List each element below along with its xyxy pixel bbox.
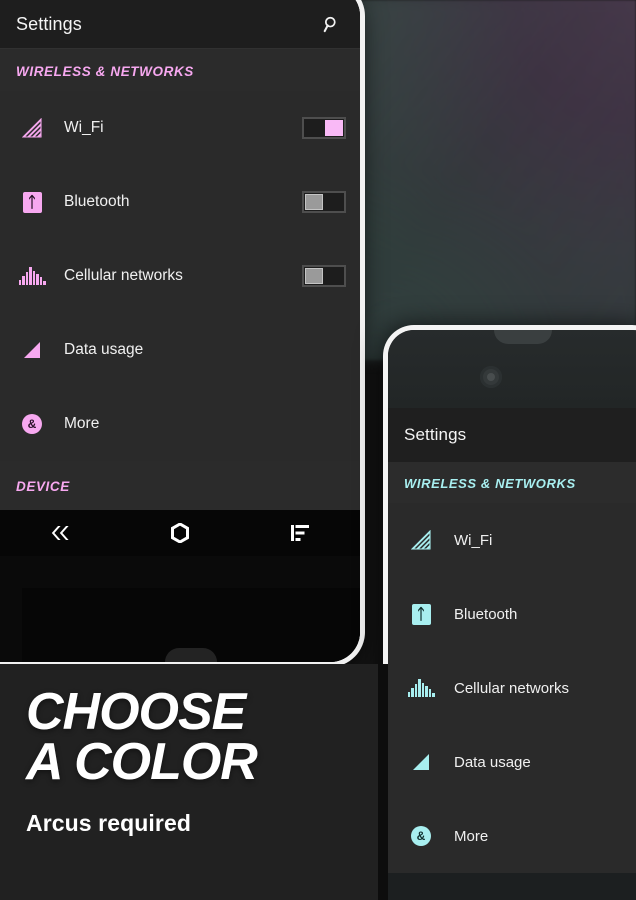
- bluetooth-icon-glyph: ᛏ: [22, 191, 42, 213]
- more-ampersand-icon-glyph: &: [411, 826, 431, 846]
- settings-row-data-usage[interactable]: Data usage: [0, 313, 360, 387]
- settings-row-cellular-networks[interactable]: Cellular networks: [388, 651, 636, 725]
- right-phone-device: Settings WIRELESS & NETWORKS Wi_Fi ᛏ Blu…: [388, 330, 636, 900]
- toggle-knob: [305, 194, 323, 210]
- bluetooth-toggle[interactable]: [302, 191, 346, 213]
- home-button[interactable]: [120, 523, 240, 543]
- settings-row-wifi[interactable]: Wi_Fi: [388, 503, 636, 577]
- cellular-signal-icon-glyph: [18, 267, 46, 285]
- promo-caption: CHOOSE A COLOR Arcus required: [0, 664, 378, 900]
- section-header-wireless: WIRELESS & NETWORKS: [388, 462, 636, 503]
- cellular-toggle[interactable]: [302, 265, 346, 287]
- settings-row-label: Wi_Fi: [454, 531, 493, 549]
- caption-subtitle: Arcus required: [26, 809, 192, 836]
- settings-row-label: More: [454, 827, 489, 845]
- data-usage-icon-glyph: [24, 342, 40, 358]
- stacked-bars-icon: [291, 525, 309, 541]
- promo-screenshot: Settings WIRELESS & NETWORKS Wi_Fi ᛏ Blu…: [0, 0, 636, 900]
- left-settings-list: WIRELESS & NETWORKS Wi_Fi ᛏ Bluetooth Ce…: [0, 48, 360, 510]
- left-navigation-bar: [0, 510, 360, 556]
- settings-row-label: More: [64, 415, 100, 432]
- left-appbar: Settings: [0, 0, 360, 48]
- settings-row-bluetooth[interactable]: ᛏ Bluetooth: [388, 577, 636, 651]
- right-phone-bezel-top: [388, 330, 636, 408]
- settings-row-more[interactable]: & More: [0, 387, 360, 461]
- wifi-icon: [10, 118, 54, 138]
- toggle-knob: [325, 120, 343, 136]
- more-ampersand-icon: &: [10, 414, 54, 434]
- left-phone-screen: Settings WIRELESS & NETWORKS Wi_Fi ᛏ Blu…: [0, 0, 360, 662]
- settings-row-label: Cellular networks: [454, 679, 570, 697]
- recents-button[interactable]: [240, 525, 360, 541]
- more-ampersand-icon: &: [400, 826, 442, 846]
- settings-row-label: Wi_Fi: [64, 119, 104, 136]
- headline-line-2: A COLOR: [26, 732, 258, 791]
- settings-row-wifi[interactable]: Wi_Fi: [0, 91, 360, 165]
- more-ampersand-icon-glyph: &: [22, 414, 42, 434]
- right-appbar: Settings: [388, 408, 636, 462]
- search-icon: [323, 16, 336, 32]
- settings-row-label: Bluetooth: [64, 193, 130, 210]
- right-phone-screen: Settings WIRELESS & NETWORKS Wi_Fi ᛏ Blu…: [388, 408, 636, 873]
- section-header-wireless: WIRELESS & NETWORKS: [0, 48, 360, 91]
- back-button[interactable]: [0, 525, 120, 541]
- wifi-toggle[interactable]: [302, 117, 346, 139]
- hexagon-outline-icon: [171, 523, 189, 543]
- caption-right-edge: [378, 664, 388, 900]
- front-camera-lens-icon: [480, 366, 502, 388]
- settings-row-label: Data usage: [64, 341, 144, 358]
- settings-row-cellular-networks[interactable]: Cellular networks: [0, 239, 360, 313]
- cellular-signal-icon-glyph: [407, 679, 435, 697]
- bluetooth-icon-glyph: ᛏ: [411, 603, 431, 625]
- headline-line-1: CHOOSE: [26, 683, 246, 741]
- cellular-signal-icon: [400, 679, 442, 697]
- settings-row-label: Cellular networks: [64, 267, 183, 284]
- data-usage-icon: [10, 340, 54, 360]
- page-title: Settings: [404, 425, 467, 444]
- double-chevron-left-icon: [51, 526, 69, 540]
- settings-row-label: Bluetooth: [454, 605, 518, 623]
- wifi-icon-glyph: [22, 118, 42, 138]
- toggle-knob: [305, 268, 323, 284]
- left-phone-chin: [22, 588, 360, 662]
- bluetooth-icon: ᛏ: [10, 191, 54, 213]
- page-title: Settings: [16, 13, 82, 34]
- settings-row-label: Data usage: [454, 753, 531, 771]
- settings-row-bluetooth[interactable]: ᛏ Bluetooth: [0, 165, 360, 239]
- left-phone-device: Settings WIRELESS & NETWORKS Wi_Fi ᛏ Blu…: [0, 0, 360, 662]
- bluetooth-icon: ᛏ: [400, 603, 442, 625]
- wifi-icon-glyph: [411, 530, 431, 550]
- cellular-signal-icon: [10, 267, 54, 285]
- wallpaper-backdrop: [340, 0, 636, 360]
- data-usage-icon-glyph: [413, 754, 429, 770]
- speaker-notch: [165, 648, 217, 662]
- earpiece-notch: [494, 330, 552, 344]
- data-usage-icon: [400, 752, 442, 772]
- wifi-icon: [400, 530, 442, 550]
- settings-row-data-usage[interactable]: Data usage: [388, 725, 636, 799]
- search-button[interactable]: [316, 9, 346, 39]
- section-header-device: DEVICE: [0, 461, 360, 510]
- settings-row-more[interactable]: & More: [388, 799, 636, 873]
